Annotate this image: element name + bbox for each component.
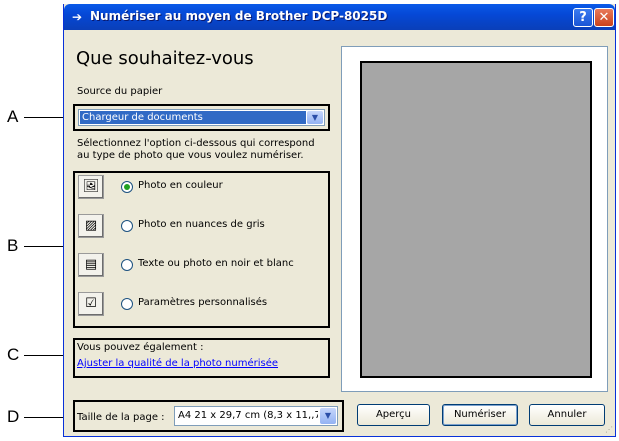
page-size-value: A4 21 x 29,7 cm (8,3 x 11,,7 p	[178, 410, 318, 421]
option-color-photo-label[interactable]: Photo en couleur	[138, 180, 223, 191]
resize-grip-icon[interactable]: ⋰	[605, 425, 613, 434]
also-label: Vous pouvez également :	[77, 342, 204, 353]
page-title: Que souhaitez-vous	[76, 48, 254, 69]
radio-color-photo[interactable]	[121, 181, 133, 193]
scanner-arrow-icon: ➔	[72, 10, 83, 24]
radio-custom-settings[interactable]	[121, 298, 133, 310]
option-custom-label[interactable]: Paramètres personnalisés	[138, 297, 267, 308]
page-size-select[interactable]: A4 21 x 29,7 cm (8,3 x 11,,7 p ▼	[174, 406, 338, 426]
close-button[interactable]: ✕	[594, 8, 614, 27]
option-text-bw-label[interactable]: Texte ou photo en noir et blanc	[138, 258, 294, 269]
custom-settings-icon[interactable]: ☑	[78, 292, 104, 316]
scan-dialog: ➔ Numériser au moyen de Brother DCP-8025…	[63, 4, 616, 437]
callout-c: C	[7, 345, 20, 364]
chevron-down-icon[interactable]: ▼	[307, 111, 323, 124]
instructions-line-2: au type de photo que vous voulez numéris…	[77, 150, 304, 161]
preview-button[interactable]: Aperçu	[357, 404, 430, 426]
preview-page	[360, 61, 592, 378]
radio-grayscale-photo[interactable]	[121, 220, 133, 232]
callout-d: D	[7, 407, 20, 426]
instructions-line-1: Sélectionnez l'option ci-dessous qui cor…	[77, 138, 315, 149]
help-button[interactable]: ?	[573, 8, 593, 27]
page-size-label: Taille de la page :	[77, 412, 165, 423]
source-label: Source du papier	[77, 86, 163, 97]
paper-source-value: Chargeur de documents	[80, 111, 306, 124]
radio-text-bw[interactable]	[121, 259, 133, 271]
callout-a: A	[7, 107, 19, 126]
text-bw-icon[interactable]: ▤	[78, 253, 104, 277]
chevron-down-icon[interactable]: ▼	[320, 408, 336, 424]
option-grayscale-label[interactable]: Photo en nuances de gris	[138, 219, 265, 230]
window-title: Numériser au moyen de Brother DCP-8025D	[90, 9, 388, 23]
cancel-button[interactable]: Annuler	[529, 404, 605, 426]
grayscale-photo-icon[interactable]: ▨	[78, 214, 104, 238]
paper-source-select[interactable]: Chargeur de documents ▼	[78, 109, 325, 126]
preview-pane	[341, 46, 608, 392]
title-bar[interactable]: ➔ Numériser au moyen de Brother DCP-8025…	[64, 4, 615, 30]
scan-button[interactable]: Numériser	[442, 404, 518, 426]
adjust-quality-link[interactable]: Ajuster la qualité de la photo numérisée	[77, 358, 278, 369]
color-photo-icon[interactable]: 🖼	[78, 175, 104, 199]
callout-b: B	[7, 236, 19, 255]
